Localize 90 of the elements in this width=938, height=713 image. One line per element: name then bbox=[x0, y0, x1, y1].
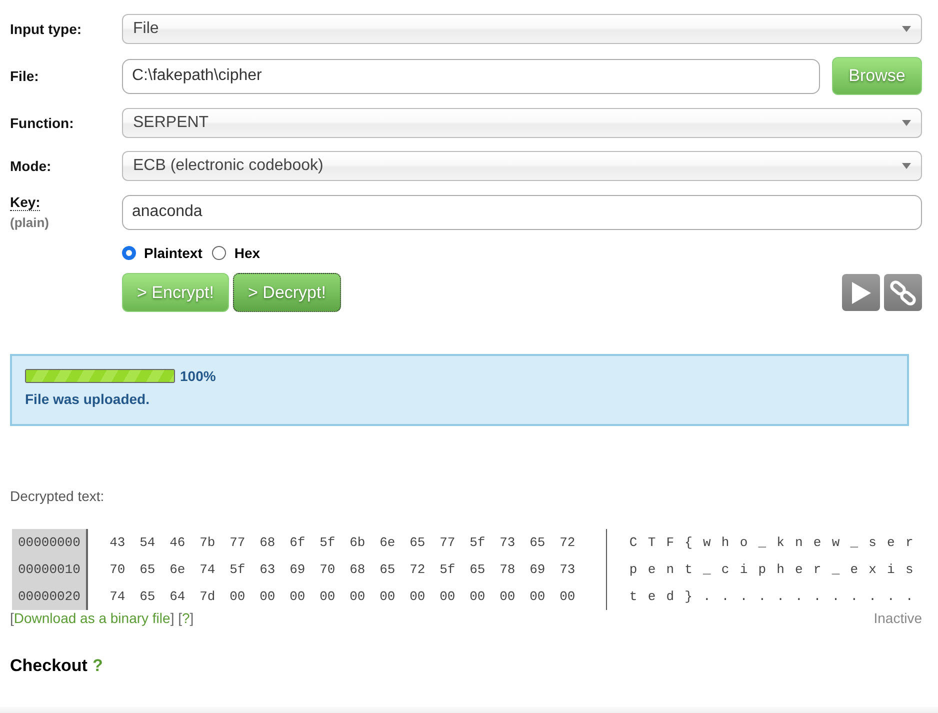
ascii-text: CTF{who_knew_ser bbox=[629, 534, 924, 552]
hex-byte: 00 bbox=[318, 589, 336, 604]
dropdown[interactable]: SERPENT bbox=[122, 108, 922, 138]
decrypt-button[interactable]: > Decrypt! bbox=[233, 273, 341, 312]
hex-byte: 5f bbox=[438, 562, 456, 577]
dropdown[interactable]: ECB (electronic codebook) bbox=[122, 151, 922, 181]
hex-byte: 65 bbox=[408, 535, 426, 550]
hex-byte: 00 bbox=[498, 589, 516, 604]
key-format-hint: (plain) bbox=[10, 215, 50, 230]
hex-byte: 77 bbox=[228, 535, 246, 550]
bracket-separator: ] [ bbox=[170, 610, 182, 626]
field-label: Mode: bbox=[10, 158, 52, 174]
hex-byte: 00 bbox=[468, 589, 486, 604]
hex-byte: 7b bbox=[198, 535, 216, 550]
hex-byte: 46 bbox=[168, 535, 186, 550]
field-label: Function: bbox=[10, 115, 75, 131]
bracket: [ bbox=[10, 610, 14, 626]
section-heading: Checkout bbox=[10, 656, 88, 676]
caret-icon bbox=[902, 163, 911, 169]
hex-byte: 54 bbox=[138, 535, 156, 550]
hex-byte: 00 bbox=[438, 589, 456, 604]
link-button[interactable] bbox=[884, 274, 922, 311]
ascii-text: ted}............ bbox=[629, 588, 924, 606]
caret-icon bbox=[902, 26, 911, 32]
hex-byte: 65 bbox=[378, 562, 396, 577]
hex-byte: 68 bbox=[348, 562, 366, 577]
hex-byte: 78 bbox=[498, 562, 516, 577]
state-label: Inactive bbox=[874, 610, 922, 626]
field-label: File: bbox=[10, 68, 40, 84]
output-title: Decrypted text: bbox=[10, 488, 104, 504]
hex-offset: 00000010 bbox=[18, 561, 80, 579]
encrypt-button[interactable]: > Encrypt! bbox=[122, 273, 230, 312]
hex-byte: 00 bbox=[348, 589, 366, 604]
file-path-field[interactable]: C:\fakepath\cipher bbox=[122, 58, 820, 94]
hex-byte: 5f bbox=[228, 562, 246, 577]
hex-byte: 00 bbox=[288, 589, 306, 604]
hex-byte: 00 bbox=[558, 589, 576, 604]
hex-byte: 74 bbox=[198, 562, 216, 577]
hex-byte: 00 bbox=[528, 589, 546, 604]
hex-byte: 69 bbox=[528, 562, 546, 577]
hex-byte: 6b bbox=[348, 535, 366, 550]
hex-byte: 69 bbox=[288, 562, 306, 577]
hex-byte: 00 bbox=[378, 589, 396, 604]
hex-byte: 68 bbox=[258, 535, 276, 550]
hex-byte: 65 bbox=[528, 535, 546, 550]
radio-button[interactable] bbox=[212, 246, 226, 260]
hex-byte: 65 bbox=[138, 589, 156, 604]
hex-byte: 00 bbox=[408, 589, 426, 604]
hex-byte: 73 bbox=[498, 535, 516, 550]
key-field[interactable]: anaconda bbox=[122, 194, 922, 230]
field-label: Input type: bbox=[10, 21, 83, 37]
hex-offset: 00000020 bbox=[18, 588, 80, 606]
bracket: ] bbox=[190, 610, 194, 626]
dropdown[interactable]: File bbox=[122, 14, 922, 44]
radio-label: Hex bbox=[234, 245, 260, 261]
hex-byte: 6f bbox=[288, 535, 306, 550]
help-link[interactable]: ? bbox=[182, 610, 190, 626]
hex-byte: 73 bbox=[558, 562, 576, 577]
caret-icon bbox=[902, 120, 911, 126]
status-message: File was uploaded. bbox=[25, 391, 150, 407]
hex-byte: 7d bbox=[198, 589, 216, 604]
progress-percent: 100% bbox=[180, 368, 216, 384]
link-icon bbox=[889, 278, 917, 306]
browse-button[interactable]: Browse bbox=[832, 57, 922, 95]
radio-label: Plaintext bbox=[144, 245, 202, 261]
hex-byte: 70 bbox=[108, 562, 126, 577]
hex-byte: 65 bbox=[138, 562, 156, 577]
hex-offset: 00000000 bbox=[18, 534, 80, 552]
hex-byte: 72 bbox=[408, 562, 426, 577]
hex-byte: 5f bbox=[468, 535, 486, 550]
hex-byte: 65 bbox=[468, 562, 486, 577]
hex-byte: 64 bbox=[168, 589, 186, 604]
hex-byte: 5f bbox=[318, 535, 336, 550]
hex-byte: 63 bbox=[258, 562, 276, 577]
help-link[interactable]: ? bbox=[92, 656, 103, 676]
field-label: Key: bbox=[10, 194, 40, 211]
hex-byte: 77 bbox=[438, 535, 456, 550]
hex-byte: 00 bbox=[258, 589, 276, 604]
play-icon bbox=[850, 280, 872, 304]
download-link[interactable]: Download as a binary file bbox=[14, 610, 170, 626]
hex-byte: 00 bbox=[228, 589, 246, 604]
hex-byte: 6e bbox=[168, 562, 186, 577]
radio-button[interactable] bbox=[122, 246, 136, 260]
hex-byte: 6e bbox=[378, 535, 396, 550]
ascii-text: pent_cipher_exis bbox=[629, 561, 924, 579]
play-button[interactable] bbox=[842, 274, 880, 311]
hex-byte: 72 bbox=[558, 535, 576, 550]
hex-byte: 70 bbox=[318, 562, 336, 577]
hex-byte: 43 bbox=[108, 535, 126, 550]
hex-byte: 74 bbox=[108, 589, 126, 604]
